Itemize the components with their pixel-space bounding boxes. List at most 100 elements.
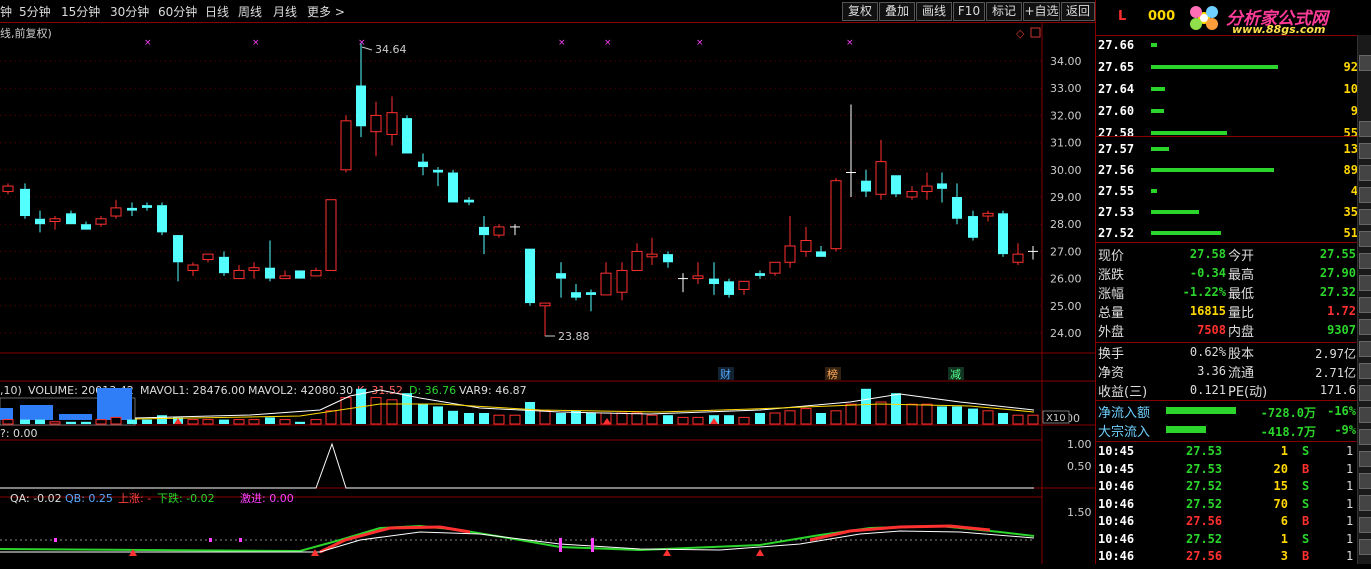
tick-count: 1 [1346,479,1354,493]
volume-bar-up [677,416,689,425]
side-tool-button[interactable] [1359,473,1371,489]
overlay-button[interactable]: 叠加 [879,2,915,21]
up-value: 上涨: - [118,492,151,505]
draw-line-button[interactable]: 画线 [916,2,952,21]
candle-body-up [631,250,643,271]
period-minute[interactable]: 钟 [0,3,12,20]
f10-button[interactable]: F10 [953,2,985,21]
side-tool-button[interactable] [1359,495,1371,511]
sell-book-row[interactable]: 27.64 10 [1096,79,1371,99]
side-tool-button[interactable] [1359,143,1371,159]
period-day[interactable]: 日线 [205,3,229,20]
side-tool-button[interactable] [1359,539,1371,555]
period-5min[interactable]: 5分钟 [19,3,51,20]
buy-book-row[interactable]: 27.53 35 [1096,202,1371,222]
period-more[interactable]: 更多 > [307,3,345,20]
side-tool-button[interactable] [1359,297,1371,313]
side-tool-button[interactable] [1359,451,1371,467]
signal-axis-1: 1.00 [1067,438,1092,451]
sell-book-row[interactable]: 27.60 9 [1096,101,1371,121]
side-tool-button[interactable] [1359,385,1371,401]
candle-body-down [464,199,474,203]
candle-body-down [402,118,412,154]
mark-button[interactable]: 标记 [986,2,1022,21]
tick-volume: 20 [1273,461,1288,476]
expand-icon[interactable] [1030,27,1041,38]
add-watchlist-button[interactable]: +自选 [1023,2,1060,21]
volume-bar-up [631,412,643,425]
volume-bar-up [982,410,994,425]
book-price: 27.60 [1098,104,1135,118]
volume-bar-down [402,393,412,424]
price-axis-label: 28.00 [1050,218,1082,231]
price-axis-label: 26.00 [1050,273,1082,286]
volume-bar-up [830,410,842,425]
side-tool-button[interactable] [1359,253,1371,269]
candle-body-up [616,269,628,293]
side-tool-button[interactable] [1359,121,1371,137]
candle-body-up [279,275,291,280]
tick-side: B [1302,461,1310,476]
tick-side: S [1302,479,1310,493]
sell-book-row[interactable]: 27.65 92 [1096,57,1371,77]
buy-book-row[interactable]: 27.55 4 [1096,181,1371,201]
side-tool-button[interactable] [1359,429,1371,445]
side-tool-button[interactable] [1359,209,1371,225]
candle-body-down [724,281,734,295]
restore-rights-button[interactable]: 复权 [842,2,878,21]
side-tool-button[interactable] [1359,187,1371,203]
volume-bar-up [386,399,398,425]
down-value: 下跌: -0.02 [157,491,215,505]
back-button[interactable]: 返回 [1061,2,1095,21]
side-tool-button[interactable] [1359,341,1371,357]
tick-volume: 3 [1280,549,1288,563]
volume-bar-down [937,406,947,424]
event-tag-reduce[interactable]: 减 [950,368,961,381]
candle-body-up [738,280,750,290]
sell-book-row[interactable]: 27.66 [1096,35,1371,55]
mavol2-value: MAVOL2: 42080.30 [248,384,353,397]
side-tool-button[interactable] [1359,165,1371,181]
side-tool-button[interactable] [1359,55,1371,71]
buy-book-row[interactable]: 27.57 13 [1096,139,1371,159]
period-15min[interactable]: 15分钟 [61,3,100,20]
period-month[interactable]: 月线 [273,3,297,20]
side-tool-button[interactable] [1359,363,1371,379]
side-tool-button[interactable] [1359,231,1371,247]
volume-bar-down [127,419,137,424]
side-tool-button[interactable] [1359,407,1371,423]
candlesticks [2,43,1038,337]
side-tool-button[interactable] [1359,275,1371,291]
volume-prefix: ,10) [0,384,22,397]
volume-bar-down [663,415,673,424]
low-price-label: 23.88 [558,330,590,343]
book-price: 27.65 [1098,60,1135,74]
diamond-icon[interactable]: ◇ [1016,27,1025,40]
volume-bar-up [769,412,781,425]
period-week[interactable]: 周线 [238,3,262,20]
side-tool-button[interactable] [1359,319,1371,335]
candle-body-down [265,267,275,279]
tick-time: 10:45 [1098,444,1135,458]
fund-value: 2.71亿 [1315,366,1356,380]
tick-count: 1 [1346,496,1354,511]
tick-side: S [1302,531,1310,546]
event-tag-board[interactable]: 榜 [827,367,838,381]
event-tag-finance[interactable]: 财 [720,367,731,381]
quote-label: 总量 [1098,306,1125,321]
book-volume-bar [1151,147,1169,151]
tick-time: 10:46 [1098,496,1135,511]
candle-body-up [110,207,122,217]
book-divider [1096,136,1371,137]
kline-chart-area[interactable]: 34.00 33.00 32.00 31.00 30.00 29.00 28.00 27.00… [0,23,1095,564]
buy-book-row[interactable]: 27.56 89 [1096,160,1371,180]
period-60min[interactable]: 60分钟 [158,3,197,20]
buy-book-row[interactable]: 27.52 51 [1096,223,1371,243]
quote-value: 27.55 [1319,247,1356,261]
volume-bar-up [845,403,857,425]
period-30min[interactable]: 30分钟 [110,3,149,20]
d-value: D: 36.76 [409,384,456,397]
side-tool-button[interactable] [1359,517,1371,533]
quote-label: 量比 [1228,306,1255,321]
flow-bar [1166,407,1236,414]
